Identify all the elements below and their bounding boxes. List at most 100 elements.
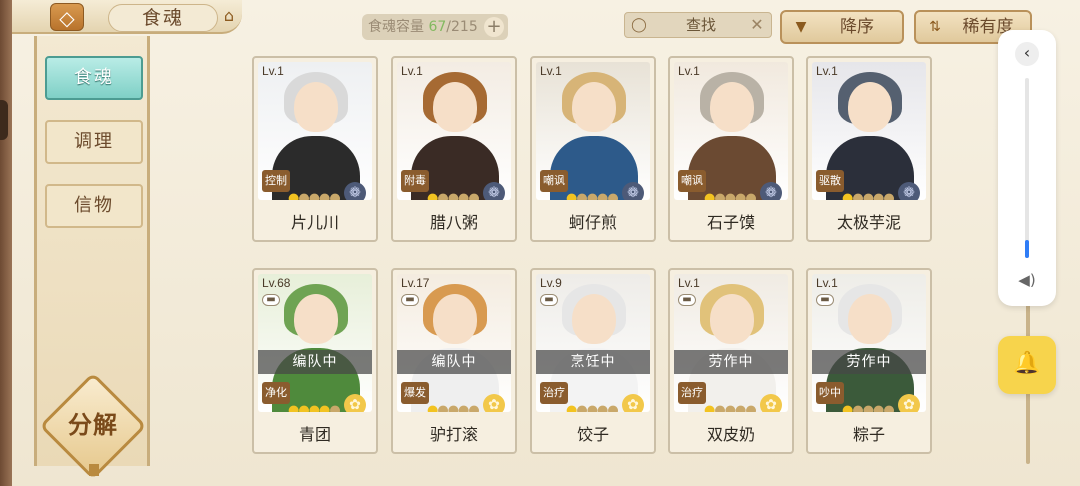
drop-icon: ●	[566, 403, 577, 413]
character-portrait: Lv.1 驱散 ●●●●● ❁	[812, 62, 926, 200]
drop-icon: ●	[298, 191, 309, 201]
search-field[interactable]: ◯ 查找 ✕	[624, 12, 772, 38]
character-name: 石子馍	[706, 213, 755, 232]
drop-icon: ●	[745, 191, 756, 201]
star-rating: ●●●●●	[704, 403, 757, 413]
food-soul-card[interactable]: Lv.1 控制 ●●●●● ❁ 片儿川	[252, 56, 378, 242]
drop-icon: ●	[427, 191, 438, 201]
back-arrow-icon[interactable]: ◇	[50, 3, 84, 31]
sun-element-icon: ✿	[760, 394, 782, 412]
level-label: Lv.17	[401, 276, 430, 290]
drop-icon: ●	[308, 191, 320, 201]
food-soul-card[interactable]: Lv.1 ▬ 劳作中 治疗 ●●●●● ✿ 双皮奶	[668, 268, 794, 454]
lock-icon: ▬	[401, 294, 419, 306]
character-name: 太极芋泥	[836, 213, 901, 232]
character-portrait: Lv.68 ▬ 编队中 净化 ●●●●● ✿	[258, 274, 372, 412]
level-label: Lv.9	[540, 276, 562, 290]
drop-icon: ●	[468, 403, 479, 413]
food-soul-card[interactable]: Lv.68 ▬ 编队中 净化 ●●●●● ✿ 青团	[252, 268, 378, 454]
character-portrait: Lv.1 附毒 ●●●●● ❁	[397, 62, 511, 200]
drop-icon: ●	[288, 191, 299, 201]
star-rating: ●●●●●	[566, 403, 619, 413]
drop-icon: ●	[704, 403, 715, 413]
character-face	[433, 294, 477, 344]
drop-icon: ●	[873, 191, 884, 201]
character-name: 蚵仔煎	[568, 213, 617, 232]
drop-icon: ●	[319, 403, 330, 413]
food-soul-card[interactable]: Lv.17 ▬ 编队中 爆发 ●●●●● ✿ 驴打滚	[391, 268, 517, 454]
food-soul-card[interactable]: Lv.9 ▬ 烹饪中 治疗 ●●●●● ✿ 饺子	[530, 268, 656, 454]
system-volume-panel: ‹ ◀)	[998, 30, 1056, 306]
drop-icon: ●	[735, 403, 746, 413]
character-name: 饺子	[576, 425, 609, 444]
character-face	[572, 82, 616, 132]
role-badge: 嘲讽	[540, 170, 568, 192]
collapse-panel-button[interactable]: ‹	[1015, 42, 1039, 66]
star-rating: ●●●●●	[704, 191, 757, 201]
food-soul-card[interactable]: Lv.1 附毒 ●●●●● ❁ 腊八粥	[391, 56, 517, 242]
level-label: Lv.68	[262, 276, 291, 290]
tab-food-souls[interactable]: 食魂	[45, 56, 143, 100]
tab-tokens[interactable]: 信物	[45, 184, 143, 228]
drop-icon: ●	[437, 191, 448, 201]
character-face	[848, 294, 892, 344]
drop-icon: ●	[458, 191, 469, 201]
decompose-label[interactable]: 分解	[53, 407, 133, 443]
character-portrait: Lv.1 ▬ 劳作中 吵中 ●●●●● ✿	[812, 274, 926, 412]
food-soul-card[interactable]: Lv.1 ▬ 劳作中 吵中 ●●●●● ✿ 粽子	[806, 268, 932, 454]
drop-icon: ●	[298, 403, 309, 413]
drop-icon: ●	[842, 191, 853, 201]
drop-icon: ●	[586, 403, 598, 413]
role-badge: 治疗	[678, 382, 706, 404]
volume-slider[interactable]	[1025, 78, 1029, 258]
tab-recipes[interactable]: 调理	[45, 120, 143, 164]
level-label: Lv.1	[540, 64, 562, 78]
food-soul-card[interactable]: Lv.1 嘲讽 ●●●●● ❁ 蚵仔煎	[530, 56, 656, 242]
drop-icon: ●	[852, 191, 863, 201]
drop-icon: ●	[704, 191, 715, 201]
bell-icon[interactable]: 🔔	[998, 336, 1056, 394]
character-portrait: Lv.9 ▬ 烹饪中 治疗 ●●●●● ✿	[536, 274, 650, 412]
character-portrait: Lv.1 控制 ●●●●● ❁	[258, 62, 372, 200]
tassel-ornament	[89, 464, 99, 476]
food-soul-card[interactable]: Lv.1 驱散 ●●●●● ❁ 太极芋泥	[806, 56, 932, 242]
speaker-icon[interactable]: ◀)	[1015, 270, 1039, 290]
capacity-label: 食魂容量	[368, 19, 424, 35]
page-title: 食魂	[108, 4, 218, 32]
food-soul-card[interactable]: Lv.1 嘲讽 ●●●●● ❁ 石子馍	[668, 56, 794, 242]
drop-icon: ●	[319, 191, 330, 201]
sort-order-button[interactable]: ▼ 降序	[780, 10, 904, 44]
character-name: 腊八粥	[429, 213, 478, 232]
star-rating: ●●●●●	[566, 191, 619, 201]
role-badge: 控制	[262, 170, 290, 192]
drop-icon: ●	[745, 403, 756, 413]
character-face	[710, 294, 754, 344]
drop-icon: ●	[862, 191, 874, 201]
character-face	[710, 82, 754, 132]
drop-icon: ●	[468, 191, 479, 201]
sort-order-label: 降序	[840, 17, 874, 37]
character-name: 双皮奶	[706, 425, 755, 444]
drop-icon: ●	[437, 403, 448, 413]
drop-icon: ●	[329, 191, 340, 201]
star-rating: ●●●●●	[288, 403, 341, 413]
drop-icon: ●	[566, 191, 577, 201]
character-name: 片儿川	[290, 213, 339, 232]
drop-icon: ●	[308, 403, 320, 413]
drop-icon: ●	[852, 403, 863, 413]
drop-icon: ●	[458, 403, 469, 413]
drop-icon: ●	[873, 403, 884, 413]
clear-search-button[interactable]: ✕	[747, 14, 767, 36]
character-name: 青团	[298, 425, 331, 444]
character-face	[572, 294, 616, 344]
lock-icon: ▬	[678, 294, 696, 306]
add-capacity-button[interactable]: +	[484, 17, 504, 37]
character-face	[848, 82, 892, 132]
sun-element-icon: ✿	[898, 394, 920, 412]
level-label: Lv.1	[816, 64, 838, 78]
role-badge: 爆发	[401, 382, 429, 404]
drop-icon: ●	[597, 191, 608, 201]
character-face	[294, 294, 338, 344]
drop-icon: ●	[862, 403, 874, 413]
moon-element-icon: ❁	[760, 182, 782, 200]
